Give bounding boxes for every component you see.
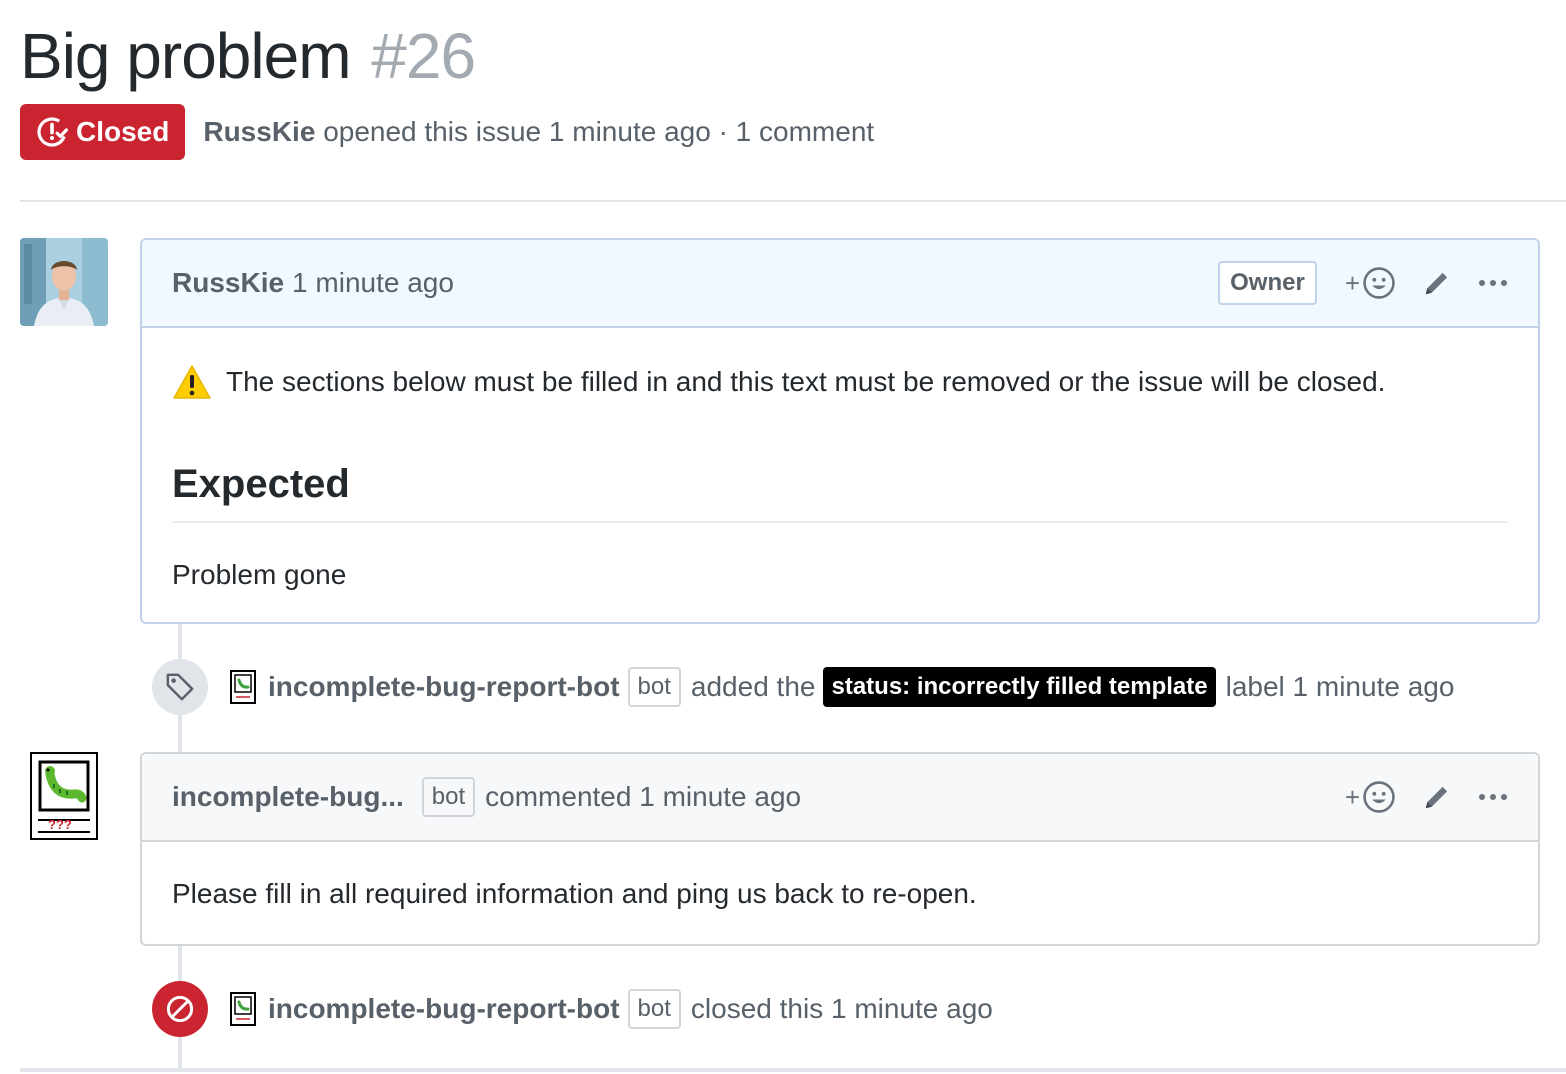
header-divider [20,200,1566,202]
bot-tag: bot [627,667,681,707]
issue-meta: Closed RussKie opened this issue 1 minut… [20,104,874,160]
svg-text:???: ??? [48,817,72,832]
event-suffix: label 1 minute ago [1225,671,1455,702]
comment-author-link[interactable]: RussKie [172,267,284,299]
label-event: incomplete-bug-report-bot bot added the … [152,659,1454,715]
comment-header: RussKie 1 minute ago Owner + [142,240,1538,328]
tag-icon [166,673,194,701]
event-actor-link[interactable]: incomplete-bug-report-bot [268,671,620,703]
comment-owner: RussKie 1 minute ago Owner + The section… [140,238,1540,624]
body-paragraph: Please fill in all required information … [172,878,977,909]
edit-comment-button[interactable] [1422,782,1452,812]
bot-mini-avatar[interactable] [230,992,256,1026]
comment-header: incomplete-bug... bot commented 1 minute… [142,754,1538,842]
warning-text: The sections below must be filled in and… [226,366,1386,397]
bot-mini-image [234,674,252,698]
reaction-plus-text: + [1344,267,1360,298]
issue-title-text: Big problem [20,20,351,92]
comment-options-button[interactable] [1478,792,1508,802]
warning-icon [173,365,211,399]
body-paragraph: Problem gone [172,559,347,590]
bot-mini-image [234,996,252,1020]
event-prefix: added the [690,671,816,702]
comment-body: The sections below must be filled in and… [142,328,1538,621]
comment-action-link[interactable]: commented 1 minute ago [485,781,801,813]
state-badge: Closed [20,104,186,160]
comment-actions: + [1345,780,1508,814]
issue-title: Big problem #26 [20,18,476,94]
comment-actions: + [1345,266,1508,300]
avatar-bot[interactable]: ??? [30,752,98,840]
warning-line: The sections below must be filled in and… [172,358,1508,406]
issue-number: #26 [371,20,476,92]
bottom-divider [20,1068,1566,1072]
issue-author-link[interactable]: RussKie [203,116,315,147]
bot-tag: bot [421,777,476,817]
closed-event: incomplete-bug-report-bot bot closed thi… [152,981,993,1037]
bot-avatar-image: ??? [38,760,90,833]
comment-options-button[interactable] [1478,278,1508,288]
event-badge [152,659,208,715]
comment-author-link[interactable]: incomplete-bug... [172,781,404,813]
reaction-plus-text: + [1344,781,1360,812]
smiley-icon [1363,781,1395,813]
issue-closed-icon [37,117,68,147]
comment-body: Please fill in all required information … [142,842,1538,940]
issue-opened-text: opened this issue 1 minute ago · 1 comme… [323,116,875,147]
edit-comment-button[interactable] [1422,268,1452,298]
bot-mini-avatar[interactable] [230,670,256,704]
comment-timestamp-link[interactable]: 1 minute ago [292,267,454,299]
add-reaction-button[interactable]: + [1345,780,1396,814]
circle-slash-icon [166,995,194,1023]
pencil-icon [1425,272,1448,295]
event-text: closed this 1 minute ago [690,993,993,1024]
avatar-photo [20,238,108,326]
add-reaction-button[interactable]: + [1345,266,1396,300]
avatar-russkie[interactable] [20,238,108,326]
comment-bot: incomplete-bug... bot commented 1 minute… [140,752,1540,946]
label-chip[interactable]: status: incorrectly filled template [823,667,1216,707]
body-heading: Expected [172,462,1508,523]
state-label: Closed [76,116,170,147]
event-actor-link[interactable]: incomplete-bug-report-bot [268,993,620,1025]
kebab-icon [1479,280,1507,286]
smiley-icon [1363,267,1395,299]
bot-tag: bot [627,989,681,1029]
event-badge [152,981,208,1037]
pencil-icon [1425,786,1448,809]
owner-badge: Owner [1218,261,1317,305]
issue-meta-text: RussKie opened this issue 1 minute ago ·… [203,116,874,148]
kebab-icon [1479,794,1507,800]
